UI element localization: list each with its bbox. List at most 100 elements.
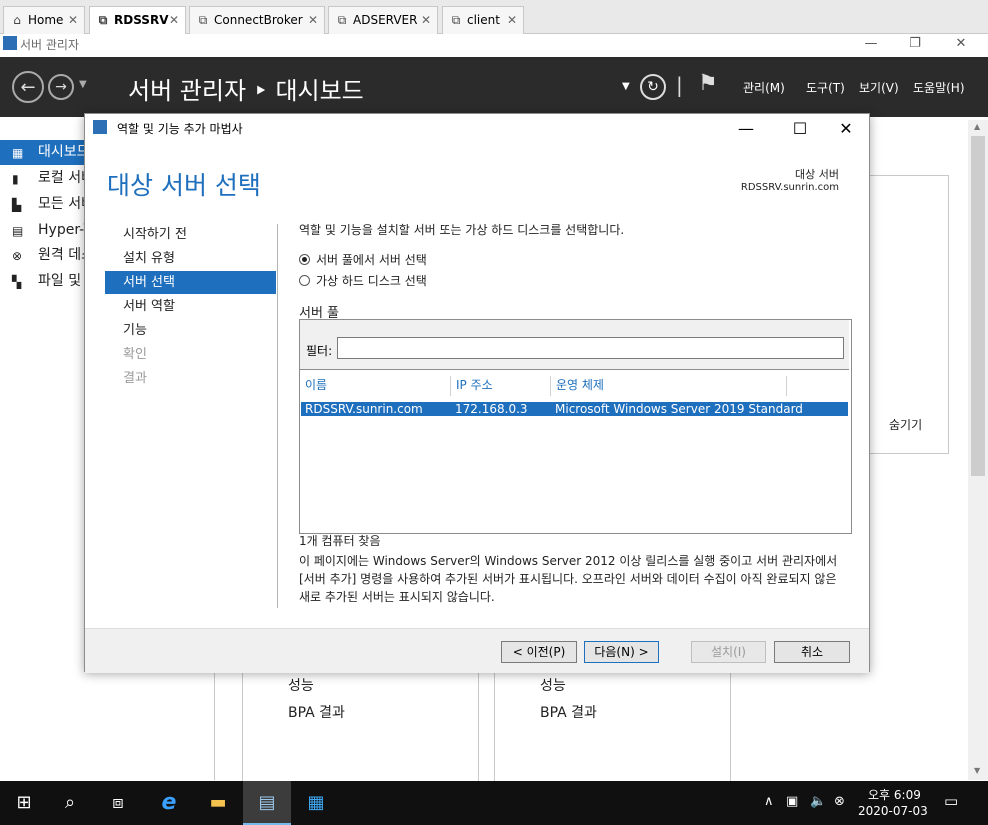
- forward-arrow-icon[interactable]: →: [48, 74, 74, 100]
- dialog-title: 역할 및 기능 추가 마법사: [117, 122, 243, 136]
- next-button[interactable]: 다음(N) >: [584, 641, 659, 663]
- window-title: 서버 관리자: [20, 38, 80, 52]
- nav-label: 원격 데스크톱 서비스: [38, 247, 90, 263]
- menu-help[interactable]: 도움말(H): [913, 79, 965, 96]
- nav-dashboard[interactable]: ▦ 대시보드: [0, 140, 90, 165]
- dialog-footer: < 이전(P) 다음(N) > 설치(I) 취소: [85, 628, 869, 673]
- dialog-close-button[interactable]: ✕: [831, 118, 861, 140]
- filter-label: 필터:: [306, 344, 333, 358]
- description-text: 역할 및 기능을 설치할 서버 또는 가상 하드 디스크를 선택합니다.: [299, 223, 625, 237]
- nav-remote-desktop[interactable]: ⊗ 원격 데스크톱 서비스: [0, 243, 90, 268]
- tab-close-icon[interactable]: ✕: [169, 7, 179, 33]
- menu-manage[interactable]: 관리(M): [743, 79, 785, 96]
- nav-local-server[interactable]: ▮ 로컬 서버: [0, 166, 90, 191]
- tab-label: RDSSRV: [114, 13, 169, 27]
- show-hidden-icons-icon[interactable]: ∧: [764, 794, 774, 809]
- previous-button[interactable]: < 이전(P): [501, 641, 577, 663]
- tab-adserver[interactable]: ⧉ ADSERVER ✕: [328, 6, 438, 34]
- tab-label: ConnectBroker: [214, 13, 303, 27]
- radio-unselected-icon[interactable]: [299, 275, 310, 286]
- tab-home[interactable]: ⌂ Home ✕: [3, 6, 85, 34]
- column-header-os[interactable]: 운영 체제: [551, 376, 787, 396]
- nav-hyper-v[interactable]: ▤ Hyper-V: [0, 218, 90, 243]
- tab-client[interactable]: ⧉ client ✕: [442, 6, 524, 34]
- tab-close-icon[interactable]: ✕: [421, 7, 431, 33]
- step-features[interactable]: 기능: [105, 319, 276, 342]
- tab-connectbroker[interactable]: ⧉ ConnectBroker ✕: [189, 6, 325, 34]
- internet-explorer-icon[interactable]: e: [145, 781, 193, 825]
- tab-rdssrv[interactable]: ⧉ RDSSRV ✕: [89, 6, 186, 35]
- divider: [277, 224, 278, 608]
- tile-bpa[interactable]: BPA 결과: [540, 702, 597, 722]
- task-view-icon[interactable]: ⧈: [94, 781, 142, 825]
- step-installation-type[interactable]: 설치 유형: [105, 247, 276, 270]
- notification-dropdown-icon[interactable]: ▼: [622, 81, 630, 92]
- table-row[interactable]: RDSSRV.sunrin.com 172.168.0.3 Microsoft …: [301, 402, 848, 416]
- found-count: 1개 컴퓨터 찾음: [299, 534, 381, 548]
- taskbar: ⊞ ⌕ ⧈ e ▬ ▤ ▦ ∧ ▣ 🔈 ⊗ 오후 6:09 2020-07-03…: [0, 781, 988, 825]
- refresh-icon[interactable]: ↻: [640, 74, 666, 100]
- history-dropdown-icon[interactable]: ▼: [79, 79, 87, 90]
- tab-close-icon[interactable]: ✕: [68, 7, 78, 33]
- remote-desktop-icon: ⧉: [198, 13, 208, 27]
- tab-close-icon[interactable]: ✕: [507, 7, 517, 33]
- clock-date[interactable]: 2020-07-03: [858, 804, 928, 818]
- file-explorer-icon[interactable]: ▬: [194, 781, 242, 825]
- radio-virtual-hard-disk[interactable]: 가상 하드 디스크 선택: [299, 272, 427, 289]
- rdcman-taskbar-icon[interactable]: ▦: [292, 781, 340, 825]
- remote-desktop-icon: ⧉: [98, 13, 108, 27]
- tab-close-icon[interactable]: ✕: [308, 7, 318, 33]
- tile-performance[interactable]: 성능: [540, 675, 566, 695]
- cell-name: RDSSRV.sunrin.com: [305, 402, 423, 416]
- server-pool-panel: 필터: 이름 IP 주소 운영 체제 RDSSRV.sunrin.com 172…: [299, 319, 852, 534]
- tile-performance[interactable]: 성능: [288, 675, 314, 695]
- tile-bpa[interactable]: BPA 결과: [288, 702, 345, 722]
- file-storage-icon: ▚: [12, 275, 22, 289]
- wizard-icon: [93, 120, 107, 134]
- scrollbar-thumb[interactable]: [971, 136, 985, 476]
- flag-icon[interactable]: ⚑: [698, 71, 718, 96]
- action-center-icon[interactable]: ▭: [944, 792, 958, 810]
- dialog-minimize-button[interactable]: —: [731, 118, 761, 140]
- nav-label: 로컬 서버: [38, 170, 90, 186]
- radio-server-pool[interactable]: 서버 풀에서 서버 선택: [299, 251, 427, 268]
- column-header-ip[interactable]: IP 주소: [451, 376, 551, 396]
- clock-time[interactable]: 오후 6:09: [868, 786, 921, 803]
- info-note: 이 페이지에는 Windows Server의 Windows Server 2…: [299, 554, 838, 604]
- local-server-icon: ▮: [12, 172, 19, 186]
- menu-tools[interactable]: 도구(T): [806, 79, 845, 96]
- nav-all-servers[interactable]: ▙ 모든 서버: [0, 192, 90, 217]
- step-server-selection[interactable]: 서버 선택: [105, 271, 276, 294]
- cell-os: Microsoft Windows Server 2019 Standard: [555, 402, 803, 416]
- radio-selected-icon[interactable]: [299, 254, 310, 265]
- search-icon[interactable]: ⌕: [46, 781, 94, 825]
- network-icon[interactable]: ▣: [786, 794, 798, 809]
- add-roles-wizard-dialog: 역할 및 기능 추가 마법사 — ☐ ✕ 대상 서버 선택 대상 서버 RDSS…: [84, 113, 870, 673]
- server-manager-taskbar-icon[interactable]: ▤: [243, 781, 291, 825]
- volume-muted-icon[interactable]: 🔈: [810, 794, 826, 809]
- restore-button[interactable]: ❐: [892, 34, 938, 54]
- minimize-button[interactable]: —: [848, 34, 894, 54]
- server-manager-icon: [3, 36, 17, 50]
- notification-error-icon[interactable]: ⊗: [834, 794, 845, 809]
- close-button[interactable]: ✕: [938, 34, 984, 54]
- nav-file-storage[interactable]: ▚ 파일 및 저장소 서비스: [0, 269, 90, 294]
- back-arrow-icon[interactable]: ←: [12, 71, 44, 103]
- column-header-name[interactable]: 이름: [300, 376, 451, 396]
- scroll-down-icon[interactable]: ▼: [974, 766, 980, 775]
- hide-link[interactable]: 숨기기: [889, 416, 922, 433]
- dialog-heading: 대상 서버 선택: [107, 171, 261, 200]
- remote-desktop-icon: ⧉: [451, 13, 461, 27]
- dialog-maximize-button[interactable]: ☐: [785, 118, 815, 140]
- radio-label: 서버 풀에서 서버 선택: [316, 253, 427, 267]
- step-before-you-begin[interactable]: 시작하기 전: [105, 223, 276, 246]
- windows-start-icon[interactable]: ⊞: [0, 781, 48, 825]
- scroll-up-icon[interactable]: ▲: [974, 122, 980, 131]
- filter-input[interactable]: [337, 337, 844, 359]
- vertical-scrollbar[interactable]: ▲ ▼: [968, 120, 988, 780]
- window-title-bar: 서버 관리자 — ❐ ✕: [0, 34, 988, 54]
- step-server-roles[interactable]: 서버 역할: [105, 295, 276, 318]
- menu-view[interactable]: 보기(V): [859, 79, 899, 96]
- cancel-button[interactable]: 취소: [774, 641, 850, 663]
- destination-server-value: RDSSRV.sunrin.com: [740, 182, 839, 193]
